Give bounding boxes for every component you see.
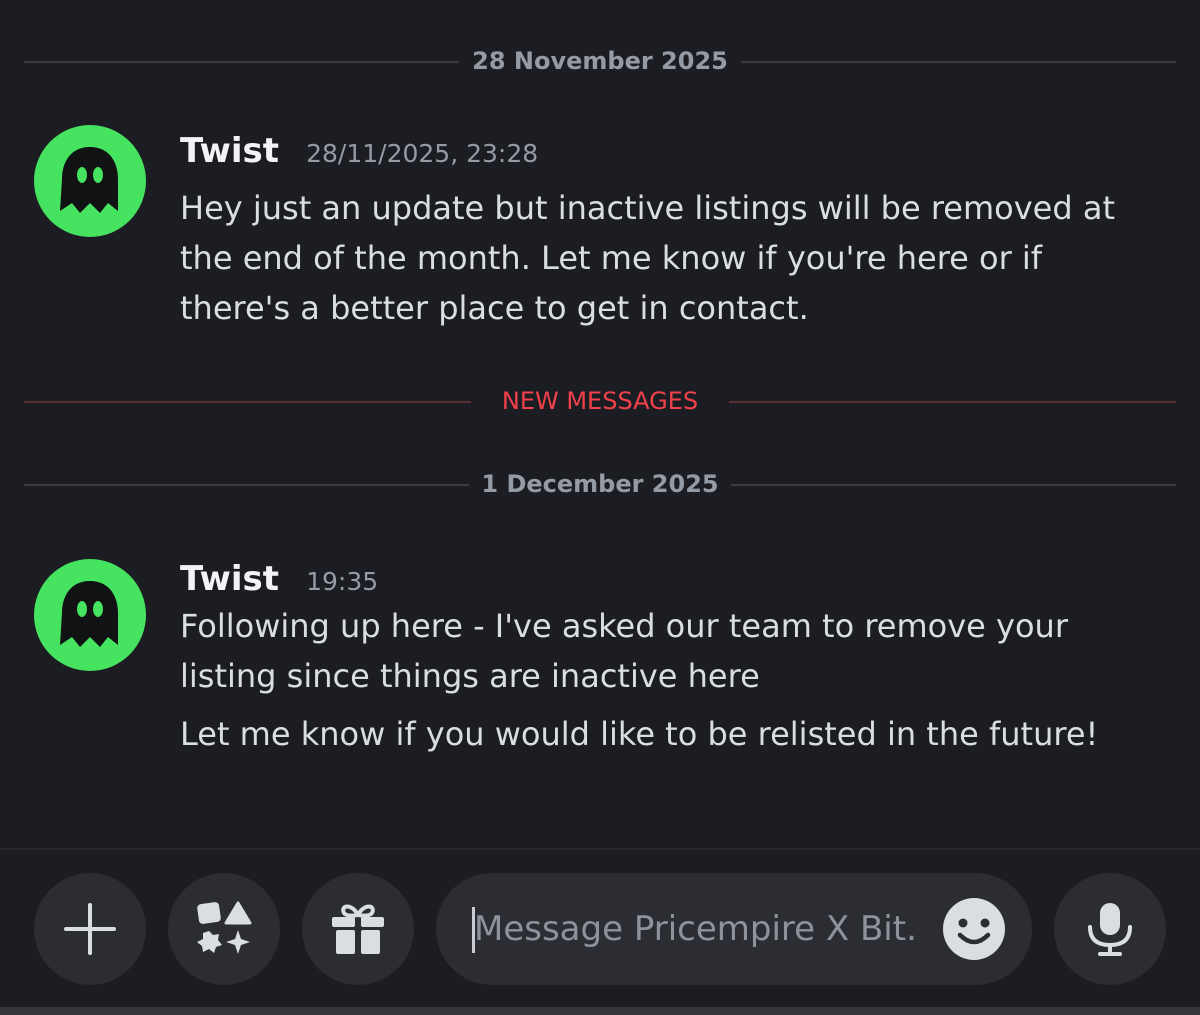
message-text-line: Hey just an update but inactive listings… — [180, 189, 1115, 227]
avatar[interactable] — [34, 125, 146, 237]
gift-icon — [332, 904, 384, 954]
microphone-icon — [1088, 903, 1132, 956]
divider-line — [741, 61, 1176, 63]
new-messages-divider: NEW MESSAGES — [24, 387, 1176, 415]
message-content: Twist 19:35 Following up here - I've ask… — [180, 559, 1170, 759]
message-text-line: listing since things are inactive here — [180, 657, 760, 695]
apps-button[interactable] — [168, 873, 280, 985]
message-list[interactable]: 28 November 2025 Twist 28/11/2025, 23:28… — [0, 0, 1200, 848]
emoji-icon — [943, 898, 1005, 960]
emoji-button[interactable] — [942, 897, 1006, 961]
author-name[interactable]: Twist — [180, 131, 279, 171]
apps-icon — [197, 901, 252, 954]
divider-line — [731, 484, 1176, 486]
message-text-line: there's a better place to get in contact… — [180, 289, 809, 327]
voice-message-button[interactable] — [1054, 873, 1166, 985]
message-text-line: the end of the month. Let me know if you… — [180, 239, 1043, 277]
add-attachment-button[interactable] — [34, 873, 146, 985]
message-input[interactable] — [474, 901, 914, 957]
message-text-line: Following up here - I've asked our team … — [180, 607, 1068, 645]
avatar[interactable] — [34, 559, 146, 671]
ghost-icon — [60, 147, 118, 213]
message-composer — [0, 848, 1200, 1015]
author-name[interactable]: Twist — [180, 559, 279, 599]
message-timestamp: 19:35 — [306, 567, 379, 596]
message-text-line: Let me know if you would like to be reli… — [180, 715, 1099, 753]
message-input-container[interactable] — [436, 873, 1032, 985]
plus-icon — [64, 903, 116, 955]
home-indicator-bar — [0, 1007, 1200, 1015]
message-content: Twist 28/11/2025, 23:28 Hey just an upda… — [180, 125, 1170, 333]
date-divider: 1 December 2025 — [24, 470, 1176, 498]
date-divider: 28 November 2025 — [24, 47, 1176, 75]
ghost-icon — [60, 581, 118, 647]
message-timestamp: 28/11/2025, 23:28 — [306, 139, 539, 168]
divider-line — [729, 401, 1176, 403]
gift-button[interactable] — [302, 873, 414, 985]
